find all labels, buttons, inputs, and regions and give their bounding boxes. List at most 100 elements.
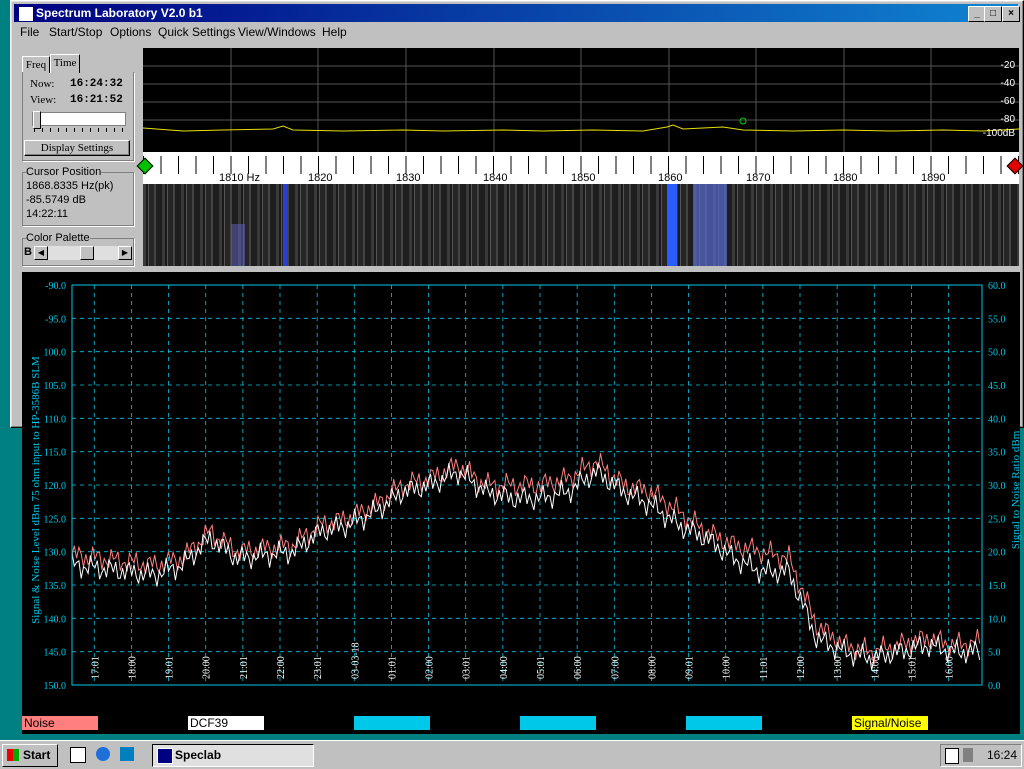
left-tick-label: 130.0 <box>44 548 67 559</box>
db-label: -20 <box>1000 60 1015 71</box>
time-slider[interactable] <box>32 111 126 129</box>
browser-icon[interactable] <box>96 747 110 761</box>
chart-window: -90.0 -95.0 100.0 105.0 110.0 115.0 120.0 125.0… <box>22 272 1022 734</box>
tab-freq[interactable]: Freq <box>22 56 50 73</box>
x-tick-label: 13:00 <box>833 656 844 679</box>
task-label: Speclab <box>175 748 222 762</box>
scroll-left-icon[interactable]: ◀ <box>34 246 48 260</box>
x-tick-label: 20:00 <box>202 656 213 679</box>
freq-label: 1830 <box>396 172 421 184</box>
legend-series-5[interactable] <box>686 716 762 730</box>
task-speclab[interactable]: Speclab <box>152 744 314 767</box>
left-tick-label: 140.0 <box>44 614 67 625</box>
x-tick-label: 02:00 <box>425 656 436 679</box>
palette-scrollbar[interactable]: ◀ ▶ <box>34 246 132 260</box>
menu-start-stop[interactable]: Start/Stop <box>49 25 102 39</box>
maximize-button[interactable]: □ <box>984 6 1002 22</box>
speclab-icon <box>157 748 173 764</box>
x-tick-label: 09:01 <box>685 656 696 679</box>
x-tick-label: 17:01 <box>90 656 101 679</box>
left-tick-label: 110.0 <box>44 414 66 425</box>
left-tick-label: 120.0 <box>44 481 67 492</box>
now-label: Now: <box>30 78 55 90</box>
cursor-position-title: Cursor Position <box>26 166 102 178</box>
title-bar[interactable]: Spectrum Laboratory V2.0 b1 _ □ × <box>14 4 1020 22</box>
legend-dcf39[interactable]: DCF39 <box>188 716 264 730</box>
spectrum-display[interactable]: -20 -40 -60 -80 -100dB <box>143 48 1019 152</box>
right-tick-label: 5.0 <box>988 648 1001 659</box>
color-palette-title: Color Palette <box>26 232 90 244</box>
x-tick-label: 11:01 <box>759 657 770 679</box>
right-tick-label: 20.0 <box>988 548 1006 559</box>
left-control-panel: Freq Time Now: 16:24:32 View: 16:21:52 D… <box>18 46 136 266</box>
right-tick-label: 30.0 <box>988 481 1006 492</box>
legend-series-3[interactable] <box>354 716 430 730</box>
menu-options[interactable]: Options <box>110 25 151 39</box>
right-tick-label: 55.0 <box>988 314 1006 325</box>
x-tick-label: 19:01 <box>165 656 176 679</box>
right-tick-label: 0.0 <box>988 681 1001 692</box>
chart-svg: -90.0 -95.0 100.0 105.0 110.0 115.0 120.0 125.0… <box>44 281 1006 692</box>
windows-logo-icon <box>7 749 19 761</box>
menu-file[interactable]: File <box>20 25 39 39</box>
freq-label: 1840 <box>483 172 508 184</box>
x-tick-label: 07:00 <box>610 656 621 679</box>
left-tick-label: -95.0 <box>45 314 66 325</box>
slider-ticks <box>34 128 124 132</box>
waterfall-signal <box>693 184 727 266</box>
app-icon <box>18 6 34 22</box>
right-tick-label: 15.0 <box>988 581 1006 592</box>
speaker-icon[interactable] <box>963 748 973 762</box>
taskbar: Start Speclab 16:24 <box>0 740 1024 769</box>
start-label: Start <box>23 748 51 762</box>
now-value: 16:24:32 <box>70 78 123 90</box>
x-tick-label: 15:01 <box>907 656 918 679</box>
time-slider-thumb[interactable] <box>33 111 41 129</box>
display-settings-button[interactable]: Display Settings <box>24 140 130 156</box>
waterfall-display[interactable] <box>143 184 1019 266</box>
freq-label: 1850 <box>571 172 596 184</box>
db-label: -80 <box>1000 114 1015 125</box>
x-tick-label: 03-03-18 <box>350 642 361 679</box>
right-tick-label: 10.0 <box>988 614 1006 625</box>
x-tick-label: 23:01 <box>313 656 324 679</box>
scroll-right-icon[interactable]: ▶ <box>118 246 132 260</box>
x-tick-label: 12:00 <box>796 656 807 679</box>
view-value: 16:21:52 <box>70 94 123 106</box>
freq-label: 1890 <box>921 172 946 184</box>
series-line <box>71 461 981 671</box>
right-tick-label: 60.0 <box>988 281 1006 292</box>
left-tick-label: 145.0 <box>44 648 67 659</box>
left-tick-label: 105.0 <box>44 381 67 392</box>
right-tick-label: 50.0 <box>988 348 1006 359</box>
legend-signal-noise[interactable]: Signal/Noise <box>852 716 928 730</box>
right-axis-label: Signal to Noise Ratio dBm <box>1010 430 1022 550</box>
waterfall-signal <box>283 184 287 266</box>
close-button[interactable]: × <box>1002 6 1020 22</box>
tab-time[interactable]: Time <box>50 54 80 73</box>
channels-icon[interactable] <box>120 747 134 761</box>
right-tick-label: 40.0 <box>988 414 1006 425</box>
menu-help[interactable]: Help <box>322 25 347 39</box>
tray-icon[interactable] <box>945 748 959 764</box>
scroll-thumb[interactable] <box>80 246 94 260</box>
view-label: View: <box>30 94 57 106</box>
left-tick-label: 150.0 <box>44 681 67 692</box>
desktop-icon[interactable] <box>70 747 86 763</box>
frequency-scale[interactable]: 1810 Hz 1820 1830 1840 1850 1860 1870 18… <box>136 152 1024 184</box>
x-tick-label: 10:00 <box>722 656 733 679</box>
freq-label: 1870 <box>746 172 771 184</box>
spectrum-svg <box>143 48 1019 152</box>
waterfall-noise <box>143 184 1019 266</box>
cursor-frequency: 1868.8335 Hz(pk) <box>26 180 114 192</box>
menu-quick-settings[interactable]: Quick Settings <box>158 25 235 39</box>
right-tick-label: 45.0 <box>988 381 1006 392</box>
legend-series-4[interactable] <box>520 716 596 730</box>
x-tick-label: 16:00 <box>945 656 956 679</box>
x-tick-label: 18:00 <box>127 656 138 679</box>
menu-view-windows[interactable]: View/Windows <box>238 25 316 39</box>
legend-noise[interactable]: Noise <box>22 716 98 730</box>
start-button[interactable]: Start <box>2 744 58 767</box>
system-tray: 16:24 <box>940 744 1022 767</box>
left-tick-label: 100.0 <box>44 348 67 359</box>
